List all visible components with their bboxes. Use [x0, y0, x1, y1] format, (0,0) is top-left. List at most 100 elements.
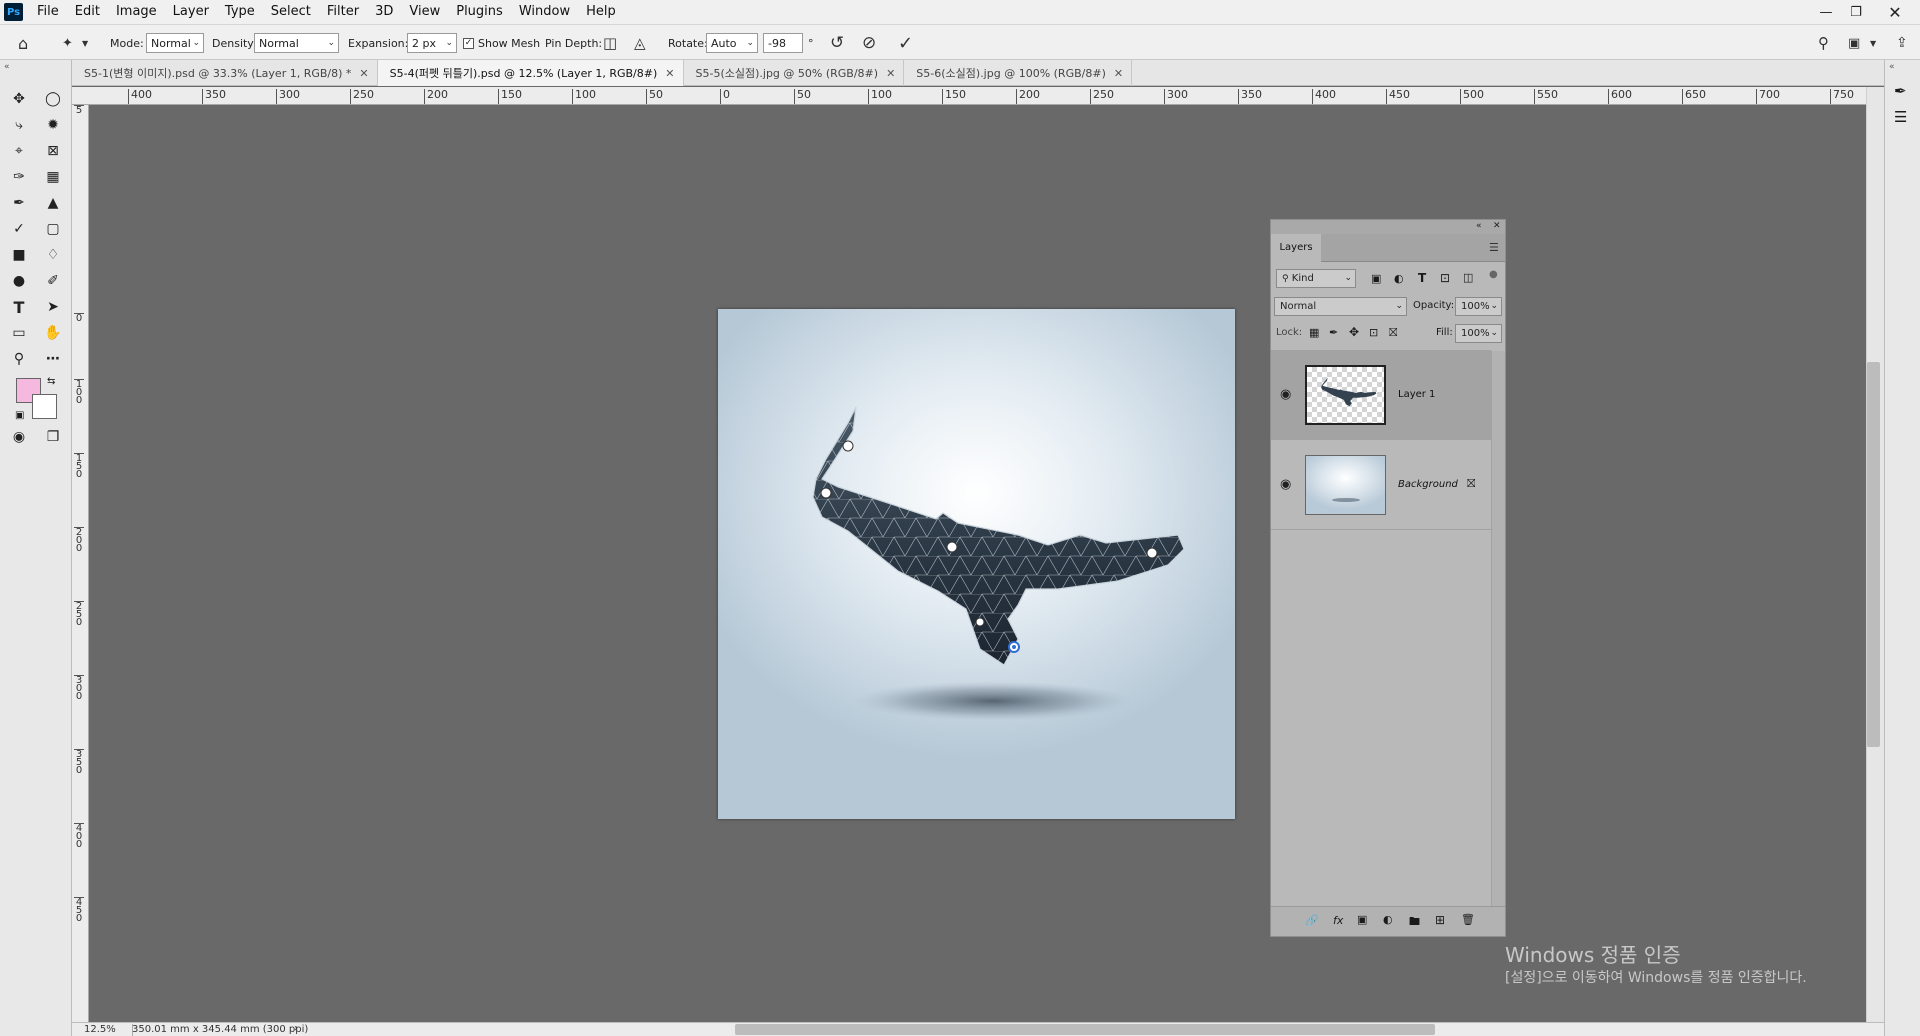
menu-layer[interactable]: Layer	[165, 0, 217, 24]
horizontal-scroll-thumb[interactable]	[735, 1024, 1435, 1035]
document-info[interactable]: 350.01 mm x 345.44 mm (300 ppi)	[132, 1024, 308, 1035]
quick-mask-icon[interactable]: ◉	[6, 425, 32, 449]
spot-healing-tool-icon[interactable]: ▦	[40, 165, 66, 189]
pen-tool-icon[interactable]: ✐	[40, 269, 66, 293]
menu-view[interactable]: View	[401, 0, 448, 24]
close-panel-icon[interactable]: ✕	[1493, 221, 1501, 231]
brush-tool-icon[interactable]: ✒	[6, 191, 32, 215]
filter-shape-icon[interactable]: ⊡	[1440, 271, 1450, 285]
puppet-pin[interactable]	[842, 440, 854, 452]
blend-mode-select[interactable]: Normal ⌄	[1274, 297, 1407, 316]
panel-menu-icon[interactable]: ☰	[1489, 241, 1499, 254]
menu-image[interactable]: Image	[108, 0, 165, 24]
puppet-pin[interactable]	[946, 541, 958, 553]
vertical-ruler[interactable]: 5 0 1 0 0 1 5 0 2 0 0 2 5 0 3 0 0 3 5 0 4 0 0 4 5…	[72, 105, 89, 1023]
search-icon[interactable]: ⚲	[1818, 25, 1829, 61]
puppet-warp-tool-icon[interactable]: ✦	[62, 25, 73, 61]
close-window-icon[interactable]: ✕	[1880, 0, 1910, 24]
quick-selection-tool-icon[interactable]: ✹	[40, 113, 66, 137]
layers-scrollbar[interactable]	[1491, 351, 1505, 911]
menu-select[interactable]: Select	[263, 0, 319, 24]
layer-style-icon[interactable]: fx	[1333, 914, 1343, 927]
lock-all-icon[interactable]: ⛝	[1389, 326, 1397, 340]
document-tab[interactable]: S5-1(변형 이미지).psd @ 33.3% (Layer 1, RGB/8…	[72, 60, 378, 86]
rotate-angle-input[interactable]: -98	[763, 33, 803, 53]
menu-help[interactable]: Help	[578, 0, 624, 24]
dodge-tool-icon[interactable]: ●	[6, 269, 32, 293]
rectangle-tool-icon[interactable]: ▭	[6, 321, 32, 345]
close-tab-icon[interactable]: ✕	[665, 67, 674, 80]
zoom-level[interactable]: 12.5%	[84, 1024, 116, 1035]
filter-pixel-icon[interactable]: ▣	[1371, 272, 1381, 285]
menu-file[interactable]: File	[29, 0, 67, 24]
swap-colors-icon[interactable]: ⇆	[47, 376, 55, 387]
link-layers-icon[interactable]: 🔗	[1305, 914, 1319, 927]
ruler-origin[interactable]	[72, 87, 89, 105]
minimize-icon[interactable]: —	[1811, 0, 1841, 24]
show-mesh-checkbox[interactable]: ✓	[463, 37, 474, 49]
properties-icon[interactable]: ☰	[1894, 108, 1907, 126]
layer-row-layer-1[interactable]: ◉ Layer 1	[1271, 351, 1491, 440]
document-canvas[interactable]	[718, 309, 1235, 819]
density-select[interactable]: Normal ⌄	[254, 33, 339, 53]
brush-settings-icon[interactable]: ✒	[1894, 82, 1907, 100]
lock-transparent-icon[interactable]: ▦	[1309, 326, 1319, 339]
rotate-select[interactable]: Auto ⌄	[706, 33, 758, 53]
close-tab-icon[interactable]: ✕	[1114, 67, 1123, 80]
eyedropper-tool-icon[interactable]: ✑	[6, 165, 32, 189]
tab-layers[interactable]: Layers	[1271, 234, 1321, 262]
new-layer-icon[interactable]: ⊞	[1435, 913, 1445, 927]
puppet-pin[interactable]	[975, 617, 985, 627]
opacity-input[interactable]: 100% ⌄	[1455, 297, 1502, 316]
layer-name[interactable]: Background	[1398, 479, 1458, 490]
zoom-tool-icon[interactable]: ⚲	[6, 347, 32, 371]
filter-kind-select[interactable]: ⚲ Kind ⌄	[1276, 269, 1356, 288]
path-selection-tool-icon[interactable]: ➤	[40, 295, 66, 319]
visibility-eye-icon[interactable]: ◉	[1280, 477, 1291, 492]
puppet-pin[interactable]	[820, 487, 832, 499]
lock-pixels-icon[interactable]: ✒	[1329, 326, 1338, 339]
frame-tool-icon[interactable]: ⊠	[40, 139, 66, 163]
restore-icon[interactable]: ❐	[1841, 0, 1871, 24]
document-tab[interactable]: S5-4(퍼펫 뒤틀기).psd @ 12.5% (Layer 1, RGB/8…	[377, 60, 684, 86]
document-tab[interactable]: S5-5(소실점).jpg @ 50% (RGB/8#) ✕	[684, 60, 905, 86]
history-brush-tool-icon[interactable]: ✓	[6, 217, 32, 241]
gradient-tool-icon[interactable]: ■	[6, 243, 32, 267]
lasso-tool-icon[interactable]: ⤷	[6, 113, 32, 137]
document-tab[interactable]: S5-6(소실점).jpg @ 100% (RGB/8#) ✕	[904, 60, 1133, 86]
close-tab-icon[interactable]: ✕	[886, 67, 895, 80]
collapse-panel-icon[interactable]: «	[1476, 221, 1482, 231]
expansion-input[interactable]: 2 px ⌄	[407, 33, 457, 53]
filter-type-icon[interactable]: T	[1418, 271, 1426, 285]
background-color-swatch[interactable]	[32, 394, 57, 419]
visibility-eye-icon[interactable]: ◉	[1280, 387, 1291, 402]
delete-layer-icon[interactable]: 🗑	[1461, 913, 1475, 926]
cancel-transform-icon[interactable]: ⊘	[862, 25, 876, 61]
layer-row-background[interactable]: ◉ Background ⛝	[1271, 441, 1491, 530]
filter-toggle-icon[interactable]: ●	[1489, 269, 1498, 280]
eraser-tool-icon[interactable]: ▢	[40, 217, 66, 241]
add-mask-icon[interactable]: ▣	[1357, 913, 1367, 926]
crop-tool-icon[interactable]: ⌖	[6, 139, 32, 163]
menu-filter[interactable]: Filter	[319, 0, 367, 24]
screen-mode-icon[interactable]: ❐	[40, 425, 66, 449]
reset-pins-icon[interactable]: ↺	[830, 25, 844, 61]
clone-stamp-tool-icon[interactable]: ▲	[40, 191, 66, 215]
move-tool-icon[interactable]: ✥	[6, 87, 32, 111]
menu-window[interactable]: Window	[511, 0, 578, 24]
adjustment-layer-icon[interactable]: ◐	[1383, 913, 1393, 926]
marquee-tool-icon[interactable]: ◯	[40, 87, 66, 111]
collapse-panel-icon[interactable]: «	[4, 62, 10, 72]
tool-preset-chevron-icon[interactable]: ▼	[82, 25, 88, 61]
fill-input[interactable]: 100% ⌄	[1455, 324, 1502, 343]
filter-smart-object-icon[interactable]: ◫	[1463, 271, 1473, 284]
more-tools-icon[interactable]: ⋯	[40, 347, 66, 371]
status-menu-arrow[interactable]: ›	[294, 1023, 298, 1034]
expand-panels-icon[interactable]: «	[1889, 62, 1895, 72]
commit-transform-icon[interactable]: ✓	[898, 25, 913, 61]
workspace-icon[interactable]: ▣	[1848, 25, 1860, 61]
vertical-scroll-thumb[interactable]	[1867, 362, 1880, 747]
lock-artboard-icon[interactable]: ⊡	[1369, 326, 1378, 339]
lock-position-icon[interactable]: ✥	[1349, 325, 1359, 339]
pin-backward-icon[interactable]: ◬	[634, 25, 646, 61]
